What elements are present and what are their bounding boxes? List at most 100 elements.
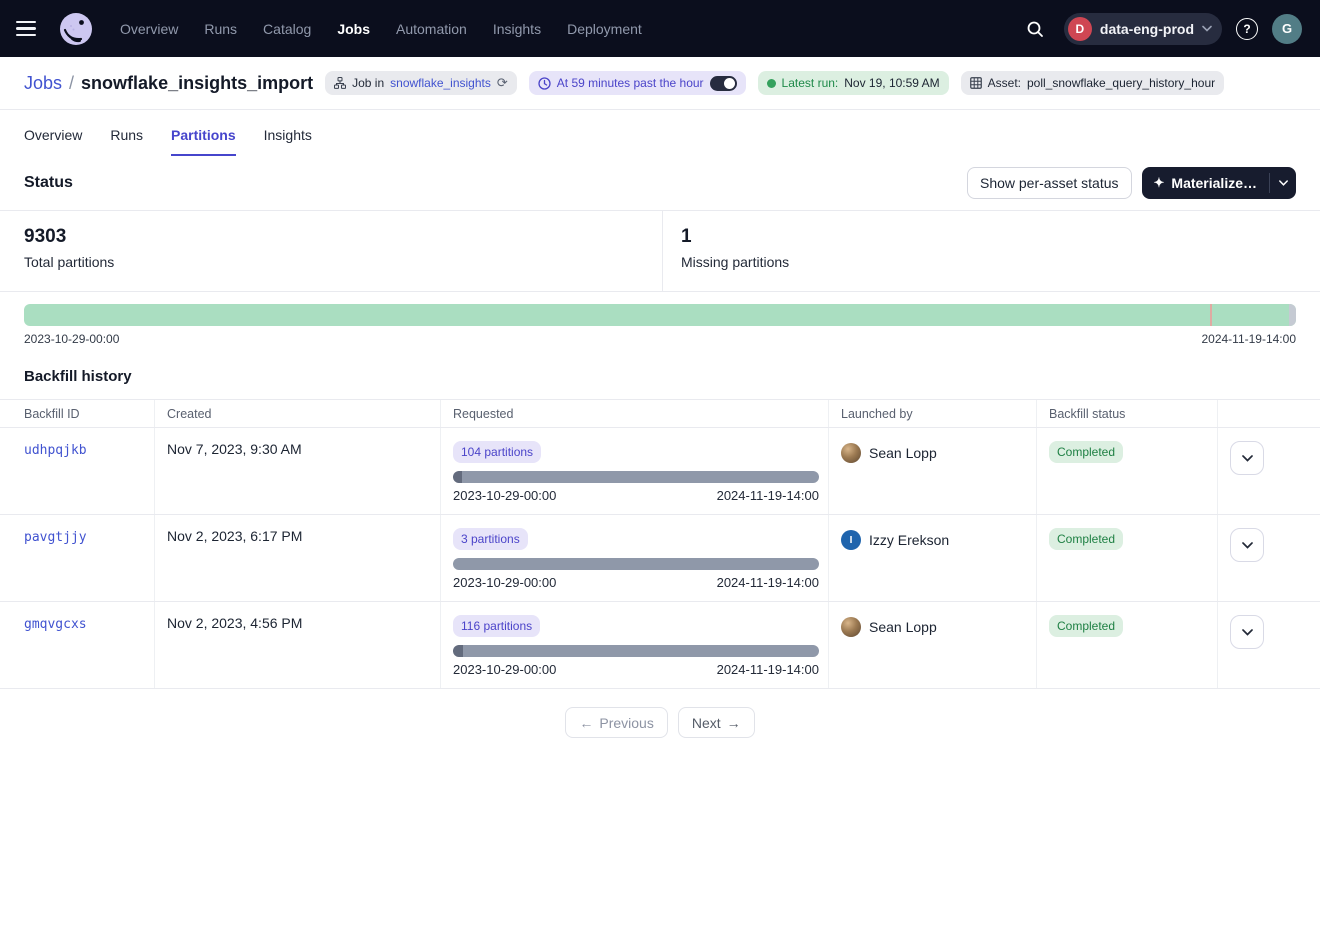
tab-runs[interactable]: Runs	[110, 127, 143, 156]
col-requested: Requested	[441, 400, 829, 427]
arrow-right-icon: →	[727, 715, 741, 731]
nav-item-catalog[interactable]: Catalog	[263, 21, 311, 37]
table-row: gmqvgcxs Nov 2, 2023, 4:56 PM 116 partit…	[0, 602, 1320, 689]
help-icon[interactable]: ?	[1236, 18, 1258, 40]
backfill-id-link[interactable]: gmqvgcxs	[24, 617, 87, 632]
code-location-link[interactable]: snowflake_insights	[390, 76, 491, 90]
graph-icon	[334, 77, 346, 89]
backfill-id-link[interactable]: udhpqjkb	[24, 443, 87, 458]
deployment-name: data-eng-prod	[1100, 21, 1194, 37]
status-badge: Completed	[1049, 615, 1123, 637]
schedule-label: At 59 minutes past the hour	[557, 76, 704, 90]
chevron-down-icon	[1242, 629, 1253, 636]
total-partitions-value: 9303	[24, 226, 662, 248]
created-timestamp: Nov 2, 2023, 6:17 PM	[167, 528, 302, 544]
status-section-header: Status Show per-asset status ✦ Materiali…	[0, 156, 1320, 211]
chevron-down-icon	[1279, 180, 1288, 186]
deployment-badge: D	[1068, 17, 1092, 41]
tab-overview[interactable]: Overview	[24, 127, 82, 156]
range-start: 2023-10-29-00:00	[453, 575, 556, 590]
page-title: snowflake_insights_import	[81, 73, 313, 94]
previous-page-button[interactable]: ← Previous	[565, 707, 667, 738]
row-menu-button[interactable]	[1230, 441, 1264, 475]
range-end: 2024-11-19-14:00	[717, 488, 819, 503]
requested-range-bar	[453, 645, 819, 657]
created-timestamp: Nov 2, 2023, 4:56 PM	[167, 615, 302, 631]
partition-marker	[1210, 304, 1212, 326]
missing-partitions-stat: 1 Missing partitions	[663, 211, 789, 291]
user-avatar[interactable]: G	[1272, 14, 1302, 44]
nav-item-automation[interactable]: Automation	[396, 21, 467, 37]
range-end: 2024-11-19-14:00	[717, 662, 819, 677]
schedule-toggle[interactable]	[710, 76, 737, 91]
chevron-down-icon	[1202, 25, 1212, 32]
search-icon[interactable]	[1020, 14, 1050, 44]
created-timestamp: Nov 7, 2023, 9:30 AM	[167, 441, 302, 457]
partitions-count-pill[interactable]: 3 partitions	[453, 528, 528, 550]
col-created: Created	[155, 400, 441, 427]
materialize-button-group: ✦ Materialize…	[1142, 167, 1297, 199]
show-per-asset-status-button[interactable]: Show per-asset status	[967, 167, 1132, 199]
arrow-left-icon: ←	[579, 715, 593, 731]
tab-partitions[interactable]: Partitions	[171, 127, 236, 156]
materialize-dropdown-button[interactable]	[1270, 167, 1296, 199]
missing-partitions-value: 1	[681, 226, 789, 248]
partition-stats: 9303 Total partitions 1 Missing partitio…	[0, 211, 1320, 292]
nav-item-overview[interactable]: Overview	[120, 21, 178, 37]
nav-item-insights[interactable]: Insights	[493, 21, 541, 37]
hamburger-menu-icon[interactable]	[16, 15, 44, 43]
breadcrumb: Jobs / snowflake_insights_import	[24, 73, 313, 94]
materialize-label: Materialize…	[1171, 175, 1257, 191]
row-menu-button[interactable]	[1230, 615, 1264, 649]
partitions-count-pill[interactable]: 104 partitions	[453, 441, 541, 463]
nav-item-runs[interactable]: Runs	[204, 21, 237, 37]
run-status-dot	[767, 79, 776, 88]
page-header: Jobs / snowflake_insights_import Job in …	[0, 57, 1320, 110]
col-backfill-id: Backfill ID	[0, 400, 155, 427]
partition-health: 2023-10-29-00:00 2024-11-19-14:00	[0, 292, 1320, 346]
pagination: ← Previous Next →	[0, 689, 1320, 756]
breadcrumb-jobs-link[interactable]: Jobs	[24, 73, 62, 94]
row-menu-button[interactable]	[1230, 528, 1264, 562]
total-partitions-stat: 9303 Total partitions	[0, 211, 663, 291]
partition-range-start: 2023-10-29-00:00	[24, 332, 119, 346]
schedule-badge: At 59 minutes past the hour	[529, 71, 746, 95]
nav-item-deployment[interactable]: Deployment	[567, 21, 642, 37]
chevron-down-icon	[1242, 542, 1253, 549]
user-avatar	[841, 617, 861, 637]
requested-range-bar	[453, 558, 819, 570]
missing-partition-segment	[1289, 304, 1296, 326]
missing-partitions-label: Missing partitions	[681, 254, 789, 270]
materialize-button[interactable]: ✦ Materialize…	[1142, 167, 1270, 199]
next-page-button[interactable]: Next →	[678, 707, 755, 738]
latest-run-badge: Latest run: Nov 19, 10:59 AM	[758, 71, 949, 95]
tab-insights[interactable]: Insights	[264, 127, 312, 156]
user-avatar: I	[841, 530, 861, 550]
partition-range-end: 2024-11-19-14:00	[1201, 332, 1296, 346]
latest-run-link[interactable]: Nov 19, 10:59 AM	[844, 76, 939, 90]
primary-nav: Overview Runs Catalog Jobs Automation In…	[120, 21, 642, 37]
backfill-history-title: Backfill history	[0, 346, 1320, 399]
dagster-logo-icon[interactable]	[58, 11, 94, 47]
clock-icon	[538, 77, 551, 90]
partitions-count-pill[interactable]: 116 partitions	[453, 615, 540, 637]
backfill-id-link[interactable]: pavgtjjy	[24, 530, 87, 545]
partition-health-bar[interactable]	[24, 304, 1296, 326]
launched-by-name: Sean Lopp	[869, 445, 937, 461]
nav-item-jobs[interactable]: Jobs	[337, 21, 370, 37]
job-in-label: Job in	[352, 76, 384, 90]
status-title: Status	[24, 174, 73, 192]
col-actions	[1218, 400, 1320, 427]
deployment-switcher[interactable]: D data-eng-prod	[1064, 13, 1222, 45]
asset-link[interactable]: poll_snowflake_query_history_hour	[1027, 76, 1215, 90]
launched-by-name: Sean Lopp	[869, 619, 937, 635]
range-start: 2023-10-29-00:00	[453, 662, 556, 677]
table-row: udhpqjkb Nov 7, 2023, 9:30 AM 104 partit…	[0, 428, 1320, 515]
job-tabs: Overview Runs Partitions Insights	[0, 110, 1320, 156]
launched-by-name: Izzy Erekson	[869, 532, 949, 548]
top-nav: Overview Runs Catalog Jobs Automation In…	[0, 0, 1320, 57]
reload-icon[interactable]: ⟳	[497, 75, 508, 91]
sparkle-icon: ✦	[1154, 176, 1165, 189]
status-badge: Completed	[1049, 528, 1123, 550]
chevron-down-icon	[1242, 455, 1253, 462]
